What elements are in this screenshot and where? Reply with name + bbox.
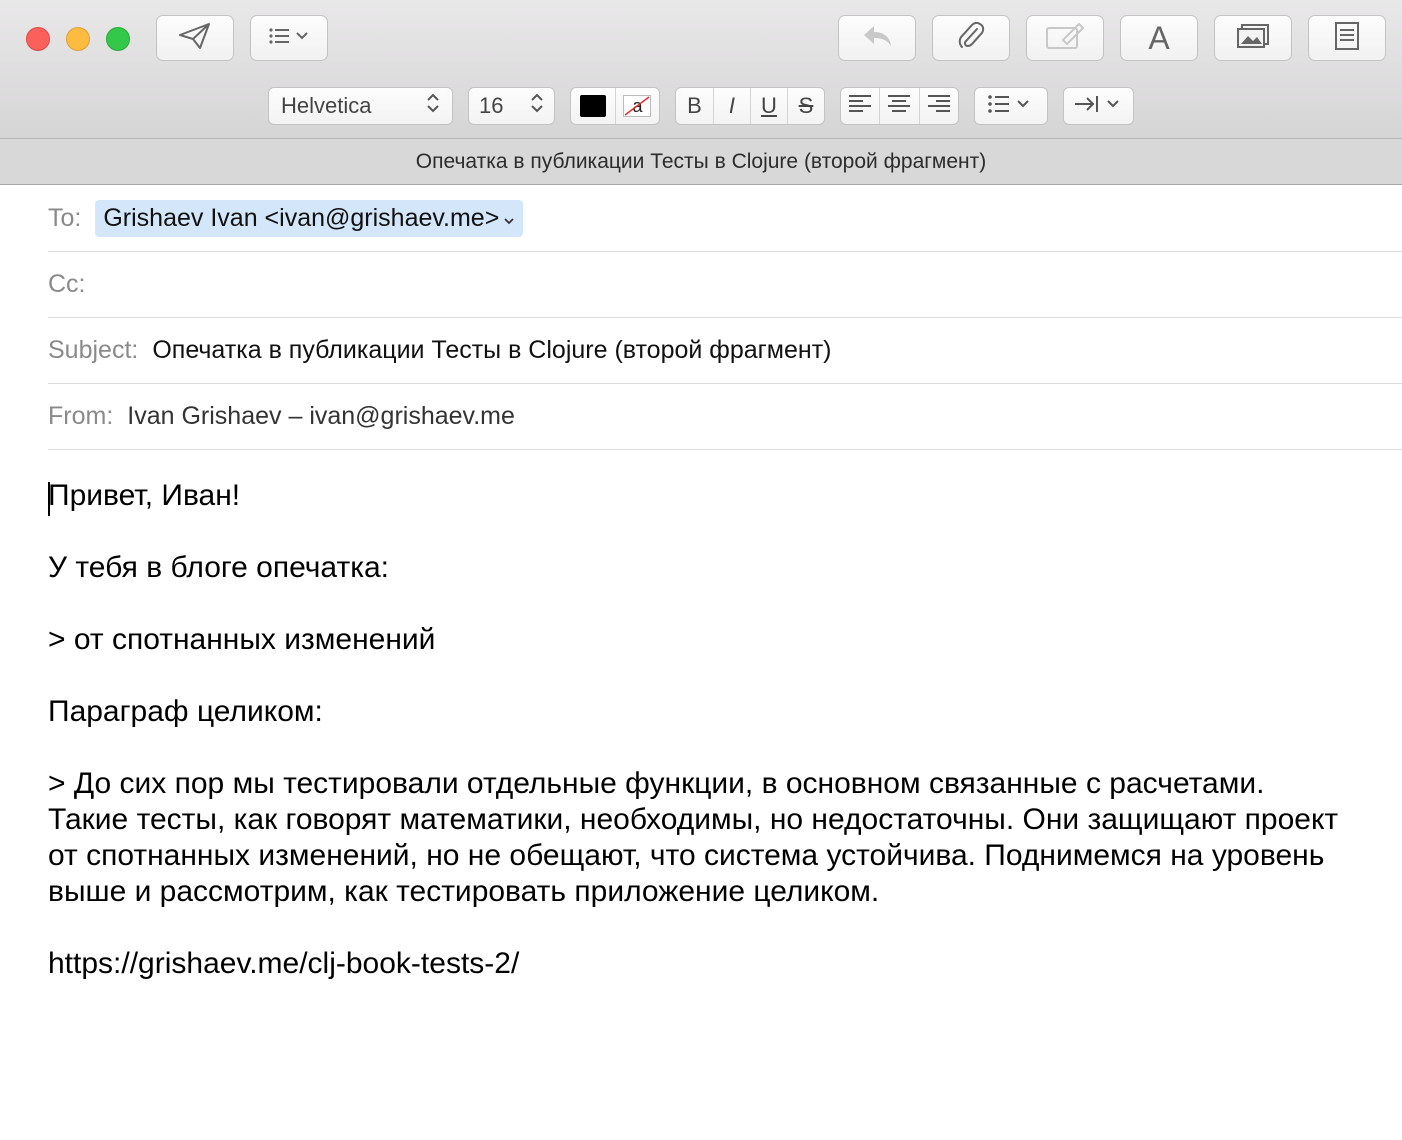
align-right-icon: [927, 94, 950, 118]
underline-button[interactable]: U: [751, 88, 788, 124]
zoom-window-button[interactable]: [106, 27, 130, 51]
body-line: Параграф целиком:: [48, 695, 323, 728]
font-size-value: 16: [479, 93, 504, 118]
signature-icon: [1045, 22, 1085, 55]
subject-input[interactable]: Опечатка в публикации Тесты в Clojure (в…: [152, 336, 831, 365]
message-body[interactable]: Привет, Иван! У тебя в блоге опечатка: >…: [48, 478, 1348, 1018]
send-button[interactable]: [156, 15, 234, 61]
window-title: Опечатка в публикации Тесты в Clojure (в…: [0, 139, 1402, 185]
indent-arrow-icon: [1073, 93, 1125, 120]
subject-field-row: Subject: Опечатка в публикации Тесты в C…: [48, 317, 1402, 384]
highlight-swatch: a: [623, 95, 652, 117]
from-field-row: From: Ivan Grishaev – ivan@grishaev.me: [48, 383, 1402, 450]
italic-label: I: [728, 93, 736, 118]
strikethrough-button[interactable]: S: [788, 88, 824, 124]
stationery-button[interactable]: [1308, 15, 1386, 61]
strikethrough-label: S: [798, 93, 814, 118]
markup-button[interactable]: [1026, 15, 1104, 61]
from-select[interactable]: Ivan Grishaev – ivan@grishaev.me: [127, 402, 515, 431]
bulleted-list-icon: [986, 93, 1036, 120]
photo-browser-button[interactable]: [1214, 15, 1292, 61]
toolbar: A Helvetica 16 a B: [0, 0, 1402, 139]
body-link: https://grishaev.me/clj-book-tests-2/: [48, 947, 520, 980]
bold-button[interactable]: B: [676, 88, 714, 124]
cc-label: Cc:: [48, 269, 86, 298]
paperclip-icon: [956, 20, 986, 57]
text-style-group: B I U S: [675, 87, 825, 125]
list-icon: [267, 25, 311, 52]
up-down-chevron-icon: [426, 91, 440, 121]
recipient-token[interactable]: Grishaev Ivan <ivan@grishaev.me>: [95, 199, 524, 237]
highlight-color-button[interactable]: a: [616, 88, 659, 124]
chevron-down-icon: [503, 204, 515, 233]
font-family-value: Helvetica: [281, 93, 372, 118]
color-group: a: [570, 87, 660, 125]
paper-plane-icon: [178, 22, 212, 55]
to-label: To:: [48, 203, 82, 232]
recipient-name: Grishaev Ivan <ivan@grishaev.me>: [103, 203, 500, 232]
align-right-button[interactable]: [920, 88, 958, 124]
header-fields-button[interactable]: [250, 15, 328, 61]
align-left-icon: [849, 94, 872, 118]
align-center-icon: [888, 94, 911, 118]
align-left-button[interactable]: [841, 88, 881, 124]
reply-arrow-icon: [860, 23, 894, 54]
from-label: From:: [48, 401, 114, 430]
text-color-button[interactable]: [571, 88, 616, 124]
italic-button[interactable]: I: [714, 88, 751, 124]
body-quote: > До сих пор мы тестировали отдельные фу…: [48, 767, 1339, 908]
body-quote: > от спотнанных изменений: [48, 623, 436, 656]
text-color-swatch: [579, 95, 606, 117]
alignment-group: [840, 87, 959, 125]
up-down-chevron-icon: [530, 91, 544, 121]
cc-field-row[interactable]: Cc:: [48, 251, 1402, 318]
attach-button[interactable]: [932, 15, 1010, 61]
photo-browser-icon: [1236, 23, 1270, 54]
indent-select[interactable]: [1063, 87, 1134, 125]
close-window-button[interactable]: [26, 27, 50, 51]
font-size-select[interactable]: 16: [468, 87, 555, 125]
reply-button[interactable]: [838, 15, 916, 61]
fonts-button[interactable]: A: [1120, 15, 1198, 61]
subject-label: Subject:: [48, 335, 139, 364]
body-greeting: Привет, Иван!: [48, 479, 241, 512]
body-line: У тебя в блоге опечатка:: [48, 551, 390, 584]
align-center-button[interactable]: [880, 88, 920, 124]
underline-label: U: [761, 93, 777, 118]
bold-label: B: [687, 93, 702, 118]
to-field-row: To: Grishaev Ivan <ivan@grishaev.me>: [48, 185, 1402, 252]
list-style-select[interactable]: [974, 87, 1048, 125]
fonts-icon: A: [1148, 19, 1170, 56]
font-family-select[interactable]: Helvetica: [268, 87, 453, 125]
stationery-icon: [1334, 21, 1360, 56]
minimize-window-button[interactable]: [66, 27, 90, 51]
